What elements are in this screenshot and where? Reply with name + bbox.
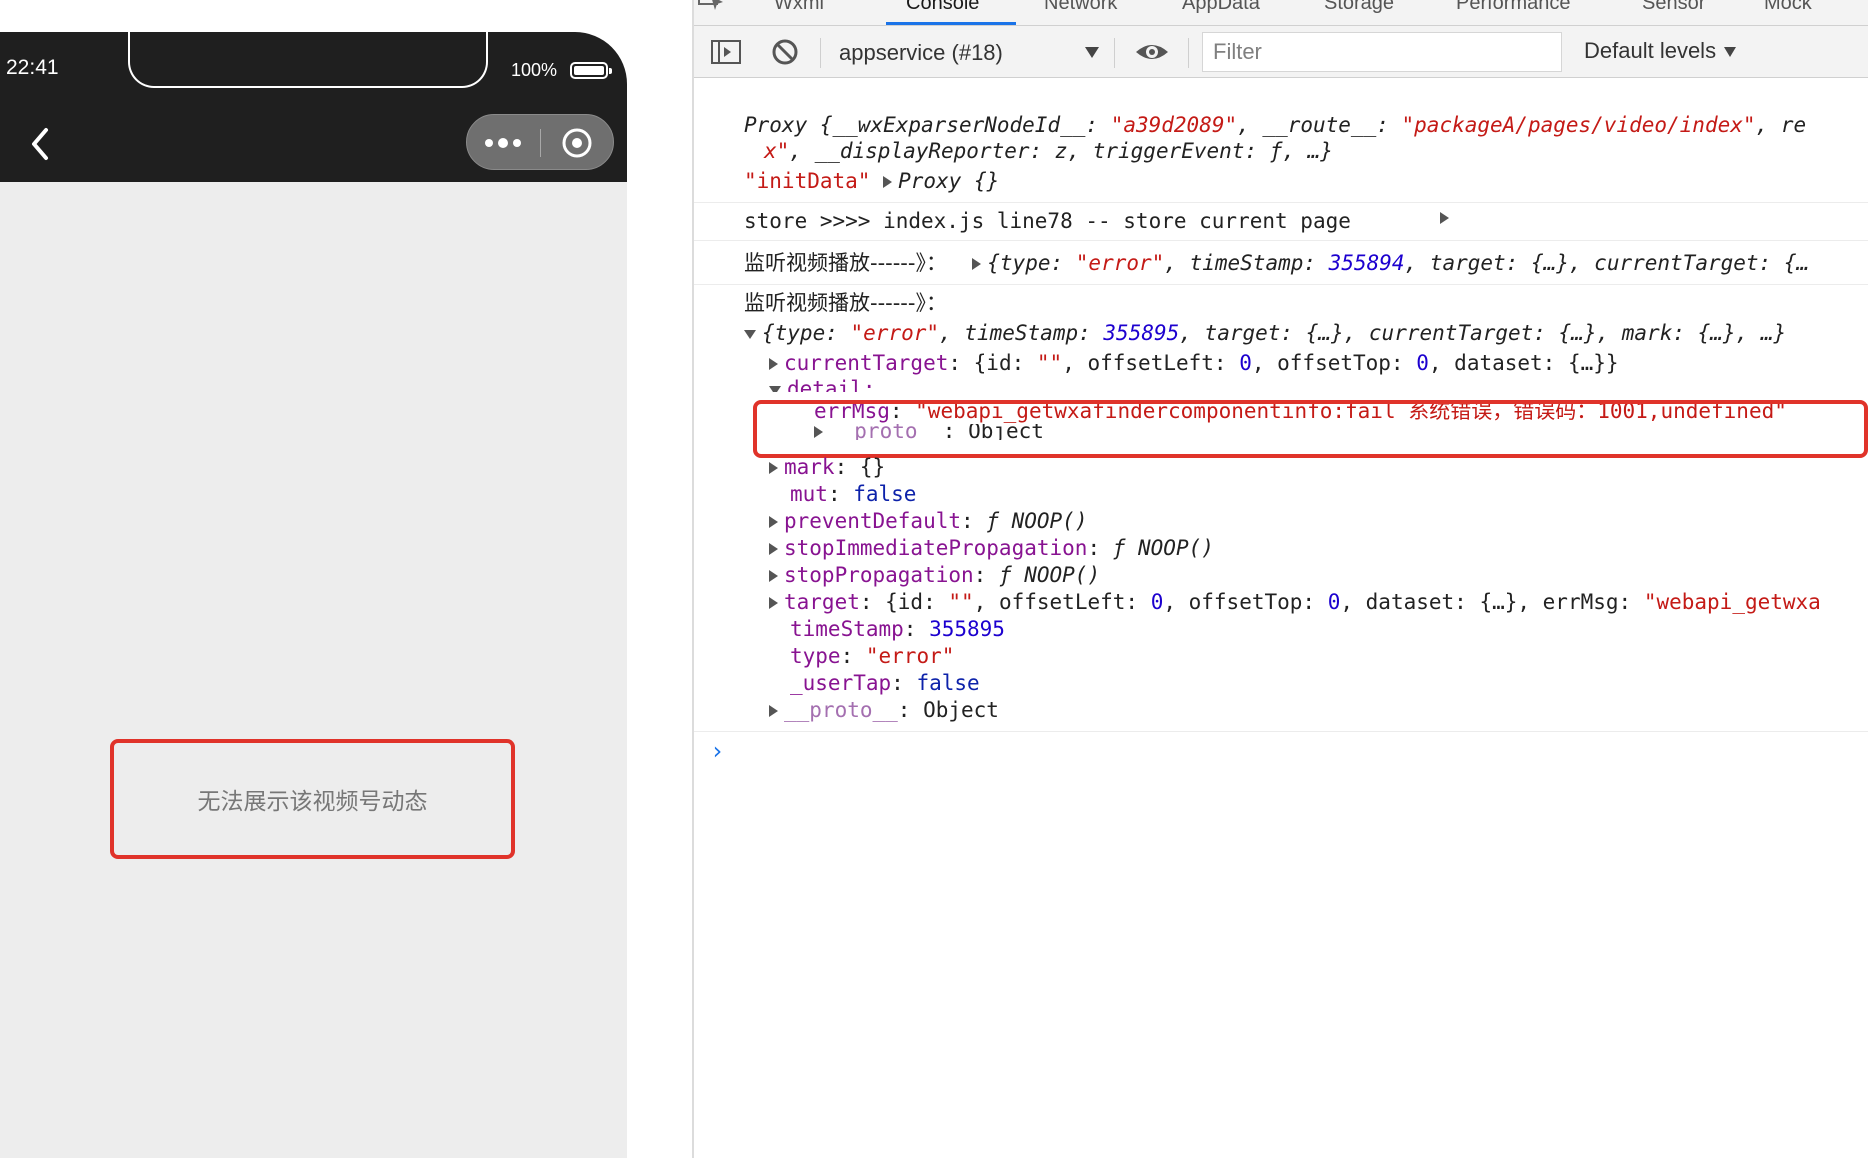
- tree-type: type: "error": [790, 644, 955, 668]
- tree-stop-immediate[interactable]: stopImmediatePropagation: ƒ NOOP(): [769, 535, 1214, 561]
- devtools-tabs: Wxml Console Network AppData Storage Per…: [694, 0, 1868, 26]
- expand-triangle-icon[interactable]: [769, 358, 778, 370]
- console-toolbar: appservice (#18) Default levels: [694, 26, 1868, 78]
- more-dots-icon: [485, 138, 521, 148]
- menu-capsule: [466, 114, 614, 170]
- tab-mock[interactable]: Mock: [1764, 0, 1812, 15]
- phone-notch: [128, 32, 488, 88]
- tab-sensor[interactable]: Sensor: [1642, 0, 1705, 15]
- expand-triangle-icon[interactable]: [1440, 212, 1449, 224]
- tab-appdata[interactable]: AppData: [1182, 0, 1260, 15]
- console-log-video-listener-2[interactable]: {type: "error", timeStamp: 355895, targe…: [744, 320, 1786, 346]
- navigation-bar: 22:41 100%: [0, 32, 627, 182]
- toolbar-separator: [1114, 38, 1115, 68]
- battery-icon: [570, 62, 612, 79]
- channel-video-fallback-message: 无法展示该视频号动态: [110, 739, 515, 859]
- tree-timestamp: timeStamp: 355895: [790, 617, 1005, 641]
- expand-triangle-icon[interactable]: [883, 176, 893, 188]
- tree-proto[interactable]: __proto__: Object: [769, 697, 999, 723]
- tree-mark[interactable]: mark: {}: [769, 454, 885, 480]
- more-button[interactable]: [467, 115, 540, 171]
- live-expression-eye-icon[interactable]: [1134, 38, 1170, 71]
- context-label: appservice (#18): [839, 40, 1003, 65]
- console-log-proxy-cont: x", __displayReporter: z, triggerEvent: …: [764, 139, 1333, 163]
- tree-detail[interactable]: detail:: [769, 376, 876, 392]
- chevron-left-icon: [32, 128, 48, 160]
- tree-prevent-default[interactable]: preventDefault: ƒ NOOP(): [769, 508, 1087, 534]
- console-log-video-listener-1[interactable]: 监听视频播放------》： {type: "error", timeStamp…: [744, 250, 1809, 276]
- tree-target[interactable]: target: {id: "", offsetLeft: 0, offsetTo…: [769, 589, 1821, 615]
- tab-console[interactable]: Console: [906, 0, 979, 15]
- devtools-panel: Wxml Console Network AppData Storage Per…: [694, 0, 1868, 1158]
- expand-triangle-icon[interactable]: [769, 516, 778, 528]
- close-miniprogram-button[interactable]: [541, 115, 615, 171]
- target-circle-icon: [562, 128, 592, 158]
- tab-performance[interactable]: Performance: [1456, 0, 1571, 15]
- back-button[interactable]: [26, 124, 56, 164]
- log-levels-dropdown[interactable]: Default levels: [1584, 38, 1737, 64]
- console-log-video-listener-2-label: 监听视频播放------》：: [744, 291, 947, 315]
- console-prompt-icon[interactable]: ›: [710, 738, 724, 764]
- tree-current-target[interactable]: currentTarget: {id: "", offsetLeft: 0, o…: [769, 350, 1619, 376]
- errmsg-highlight-box: [753, 400, 1868, 458]
- console-output: Proxy {__wxExparserNodeId__: "a39d2089",…: [694, 78, 1868, 1158]
- log-levels-label: Default levels: [1584, 38, 1717, 63]
- expand-triangle-icon[interactable]: [769, 462, 778, 474]
- filter-input[interactable]: [1202, 32, 1562, 72]
- toolbar-separator: [1188, 38, 1189, 68]
- expand-triangle-icon[interactable]: [769, 597, 778, 609]
- console-log-proxy[interactable]: Proxy {__wxExparserNodeId__: "a39d2089",…: [744, 112, 1806, 138]
- tree-mut: mut: false: [790, 482, 917, 506]
- inspect-icon[interactable]: [697, 0, 727, 20]
- message-separator: [694, 240, 1868, 241]
- expand-triangle-icon[interactable]: [972, 258, 982, 270]
- tree-usertap: _userTap: false: [790, 671, 980, 695]
- status-time: 22:41: [6, 56, 59, 79]
- clear-console-icon[interactable]: [770, 38, 800, 71]
- tab-wxml[interactable]: Wxml: [774, 0, 824, 15]
- dropdown-caret-icon: [1724, 47, 1737, 58]
- phone-simulator: 22:41 100% 无法展示该视频号动态: [0, 32, 627, 1158]
- toggle-sidebar-icon[interactable]: [710, 38, 742, 71]
- message-separator: [694, 731, 1868, 732]
- expand-triangle-icon[interactable]: [769, 705, 778, 717]
- console-log-store: store >>>> index.js line78 -- store curr…: [744, 209, 1351, 233]
- tree-stop-propagation[interactable]: stopPropagation: ƒ NOOP(): [769, 562, 1100, 588]
- tab-storage[interactable]: Storage: [1324, 0, 1394, 15]
- console-log-initdata[interactable]: "initData" Proxy {}: [744, 168, 999, 194]
- expand-triangle-icon[interactable]: [769, 570, 778, 582]
- collapse-triangle-icon[interactable]: [744, 329, 756, 339]
- context-selector[interactable]: appservice (#18): [839, 38, 1099, 68]
- message-separator: [694, 202, 1868, 203]
- expand-triangle-icon[interactable]: [769, 543, 778, 555]
- battery-percentage: 100%: [511, 60, 558, 80]
- collapse-triangle-icon[interactable]: [769, 385, 781, 392]
- tab-network[interactable]: Network: [1044, 0, 1117, 15]
- toolbar-separator: [820, 38, 821, 68]
- dropdown-caret-icon: [1085, 47, 1099, 58]
- message-separator: [694, 284, 1868, 285]
